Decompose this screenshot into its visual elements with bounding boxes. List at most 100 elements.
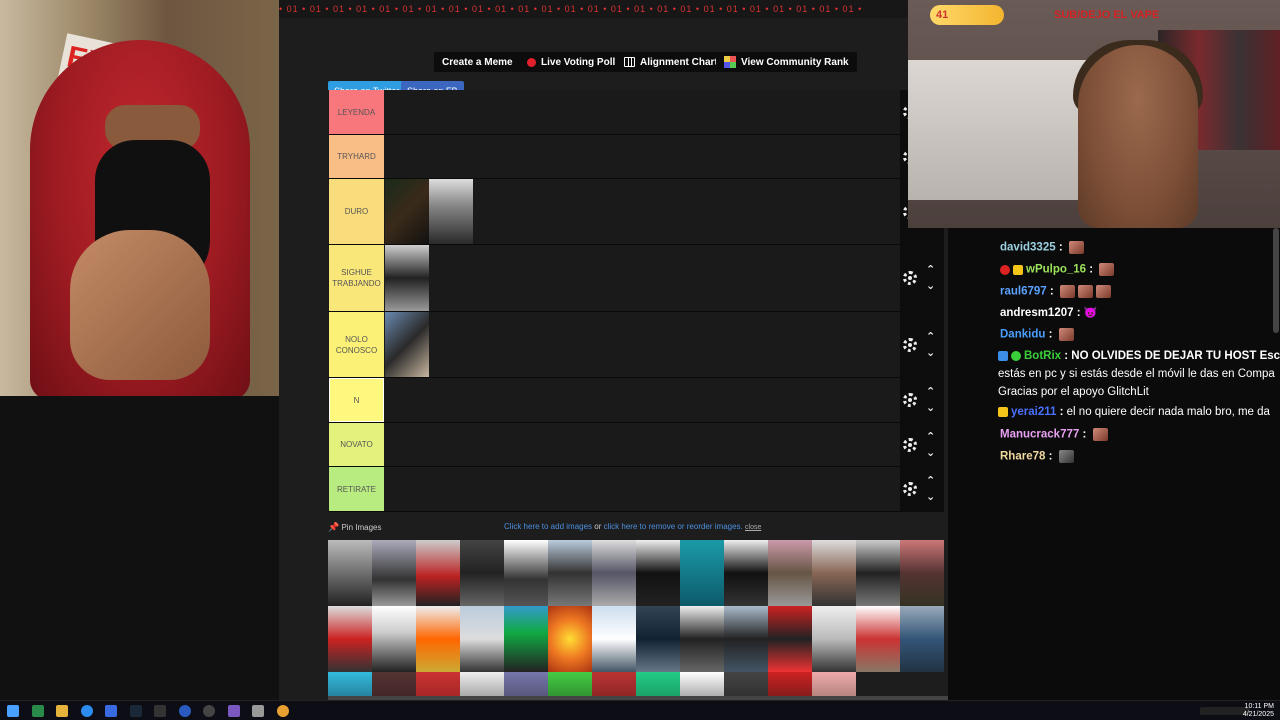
gear-icon[interactable] — [903, 271, 917, 285]
folder-icon[interactable] — [56, 705, 68, 717]
browser-icon[interactable] — [81, 705, 93, 717]
pool-image[interactable] — [856, 606, 900, 672]
edge-icon[interactable] — [179, 705, 191, 717]
tier-image[interactable] — [385, 245, 429, 311]
windows-start-icon[interactable] — [7, 705, 19, 717]
pool-image[interactable] — [900, 540, 944, 606]
gear-icon[interactable] — [903, 393, 917, 407]
chevron-up-icon[interactable]: ⌃ — [926, 331, 935, 342]
tier-image[interactable] — [429, 179, 473, 244]
add-images-link[interactable]: Click here to add images — [504, 522, 592, 531]
community-rank-button[interactable]: View Community Rank — [716, 52, 857, 72]
tier-label[interactable]: N — [329, 378, 384, 422]
chevron-up-icon[interactable]: ⌃ — [926, 264, 935, 275]
remove-images-link[interactable]: click here to remove or reorder images. — [604, 522, 743, 531]
tier-label[interactable]: SIGHUE TRABJANDO — [329, 245, 384, 311]
pin-images-label[interactable]: Pin Images — [341, 523, 381, 532]
tier-row: DURO — [328, 179, 900, 245]
tier-controls: ⌃ ⌄ — [900, 312, 944, 378]
app-icon[interactable] — [252, 705, 264, 717]
live-voting-poll-button[interactable]: Live Voting Poll — [519, 52, 624, 72]
gear-icon[interactable] — [903, 482, 917, 496]
chevron-up-icon[interactable]: ⌃ — [926, 431, 935, 442]
app-icon[interactable] — [154, 705, 166, 717]
pool-image[interactable] — [504, 606, 548, 672]
pool-image[interactable] — [592, 606, 636, 672]
tier-board: LEYENDA TRYHARD DURO SIGHUE TRABJANDO NO… — [328, 90, 900, 512]
tier-image[interactable] — [385, 179, 429, 244]
chevron-down-icon[interactable]: ⌄ — [926, 347, 935, 358]
gear-icon[interactable] — [903, 338, 917, 352]
pool-image[interactable] — [372, 540, 416, 606]
tier-row: NOLO CONOSCO — [328, 312, 900, 378]
pin-icon[interactable]: 📌 — [328, 522, 339, 532]
tier-controls: ⌃ ⌄ — [900, 245, 944, 312]
taskbar: 10:11 PM 4/21/2025 — [0, 700, 1280, 720]
chat-message: yerai211 : el no quiere decir nada malo … — [998, 406, 1270, 418]
create-meme-button[interactable]: Create a Meme — [434, 52, 521, 72]
pool-image[interactable] — [724, 606, 768, 672]
mosaic-icon — [724, 56, 736, 68]
pool-image[interactable] — [592, 540, 636, 606]
gear-icon[interactable] — [903, 438, 917, 452]
crown-badge-icon — [1013, 264, 1023, 275]
tier-label[interactable]: NOVATO — [329, 423, 384, 466]
pool-image[interactable] — [636, 540, 680, 606]
pool-image[interactable] — [680, 606, 724, 672]
chevron-down-icon[interactable]: ⌄ — [926, 280, 935, 291]
pool-image[interactable] — [504, 540, 548, 606]
obs-icon[interactable] — [203, 705, 215, 717]
clock[interactable]: 10:11 PM 4/21/2025 — [1243, 703, 1274, 719]
pool-image[interactable] — [724, 540, 768, 606]
pool-image[interactable] — [328, 606, 372, 672]
chevron-up-icon[interactable]: ⌃ — [926, 386, 935, 397]
top-strip: • 01 • 01 • 01 • 01 • 01 • 01 • 01 • 01 … — [279, 0, 908, 18]
app-icon[interactable] — [32, 705, 44, 717]
chevron-down-icon[interactable]: ⌄ — [926, 491, 935, 502]
pool-image[interactable] — [548, 540, 592, 606]
chat-message: BotRix : NO OLVIDES DE DEJAR TU HOST Esc… — [998, 350, 1280, 362]
stream-banner: SUB/DEJO EL VAPE — [1054, 9, 1160, 21]
tier-label[interactable]: NOLO CONOSCO — [329, 312, 384, 377]
chevron-down-icon[interactable]: ⌄ — [926, 402, 935, 413]
webcam-right: 41 SUB/DEJO EL VAPE — [908, 0, 1280, 228]
pool-image[interactable] — [768, 540, 812, 606]
pool-image[interactable] — [416, 606, 460, 672]
store-icon[interactable] — [105, 705, 117, 717]
tier-label[interactable]: LEYENDA — [329, 90, 384, 134]
pool-image[interactable] — [812, 540, 856, 606]
chat-message: andresm1207 : 😈 — [1000, 307, 1098, 319]
pin-images-bar: 📌 Pin Images Click here to add images or… — [328, 522, 762, 532]
chat-scrollbar[interactable] — [1273, 228, 1279, 333]
record-icon — [527, 57, 536, 67]
tier-row: LEYENDA — [328, 90, 900, 135]
pool-image[interactable] — [548, 606, 592, 672]
tier-image[interactable] — [385, 312, 429, 377]
chrome-icon[interactable] — [277, 705, 289, 717]
chevron-up-icon[interactable]: ⌃ — [926, 475, 935, 486]
chat-message: raul6797 : — [1000, 285, 1111, 298]
pool-image[interactable] — [680, 540, 724, 606]
pool-image[interactable] — [636, 606, 680, 672]
tier-label[interactable]: DURO — [329, 179, 384, 244]
pool-image[interactable] — [856, 540, 900, 606]
calendar-icon[interactable] — [228, 705, 240, 717]
pool-image[interactable] — [328, 540, 372, 606]
pool-image[interactable] — [460, 606, 504, 672]
emoji-icon: 😈 — [1083, 307, 1098, 319]
chat-message: wPulpo_16 : — [1000, 263, 1115, 276]
close-link[interactable]: close — [745, 524, 761, 531]
pool-image[interactable] — [460, 540, 504, 606]
alignment-chart-button[interactable]: Alignment Chart — [616, 52, 726, 72]
chevron-down-icon[interactable]: ⌄ — [926, 447, 935, 458]
pool-image[interactable] — [812, 606, 856, 672]
pool-image[interactable] — [900, 606, 944, 672]
pool-image[interactable] — [372, 606, 416, 672]
image-pool — [328, 540, 944, 700]
pool-image[interactable] — [416, 540, 460, 606]
tier-label[interactable]: TRYHARD — [329, 135, 384, 178]
tier-label[interactable]: RETIRATE — [329, 467, 384, 511]
chat-message-continuation: Gracias por el apoyo GlitchLit — [998, 386, 1149, 398]
steam-icon[interactable] — [130, 705, 142, 717]
pool-image[interactable] — [768, 606, 812, 672]
